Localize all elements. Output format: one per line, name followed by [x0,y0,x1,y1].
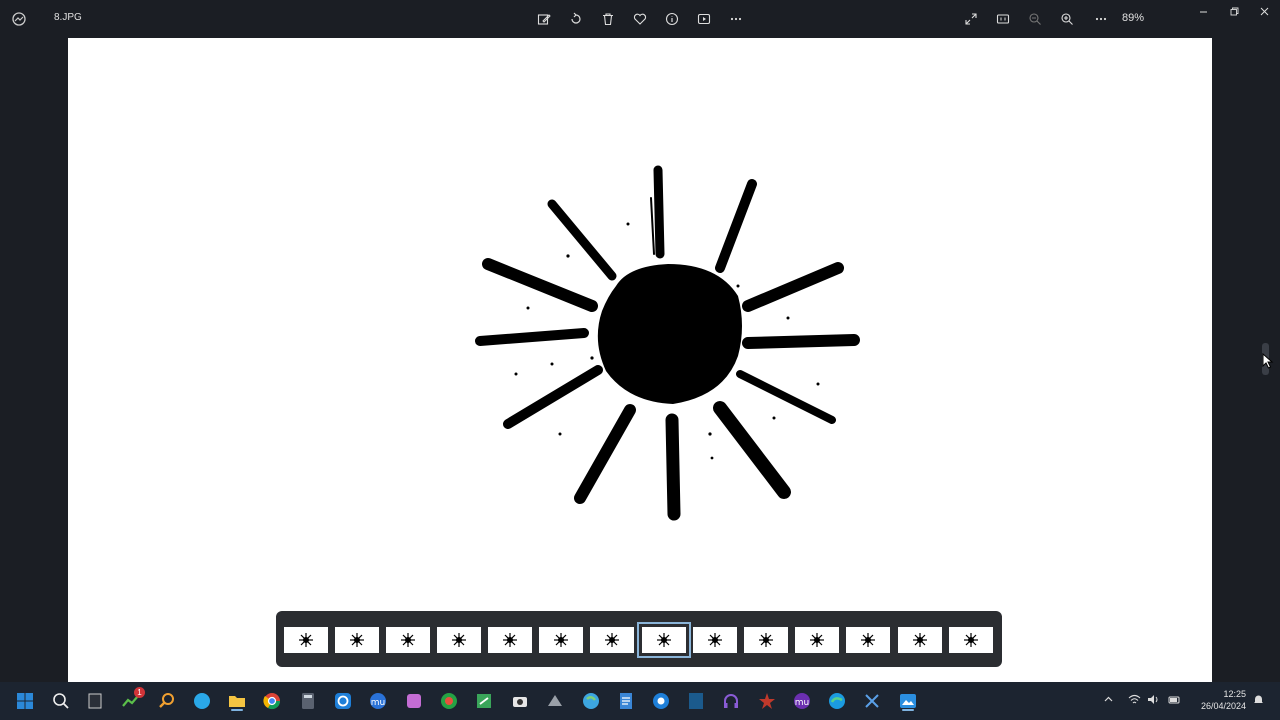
view-more-icon[interactable] [1091,9,1111,29]
clock-time: 12:25 [1223,689,1246,699]
filmstrip-thumbnail[interactable] [590,627,634,653]
filmstrip [276,611,1002,667]
filmstrip-thumbnail-selected[interactable] [637,622,691,658]
filmstrip-thumbnail[interactable] [744,627,788,653]
full-screen-icon[interactable] [961,9,981,29]
edit-image-icon[interactable] [534,9,554,29]
svg-text:mu: mu [795,698,809,708]
filmstrip-thumbnail[interactable] [539,627,583,653]
filmstrip-thumbnail[interactable] [386,627,430,653]
app-icon[interactable] [685,690,707,712]
headphones-app-icon[interactable] [720,690,742,712]
chrome-icon[interactable] [261,690,283,712]
zoom-in-icon[interactable] [1057,9,1077,29]
windows-start-icon[interactable] [14,690,36,712]
minimize-icon[interactable] [1195,4,1211,18]
filmstrip-thumbnail[interactable] [693,627,737,653]
svg-text:mu: mu [371,698,385,708]
zoom-out-icon[interactable] [1025,9,1045,29]
rotate-icon[interactable] [566,9,586,29]
mouse-cursor-icon [1262,353,1274,369]
edge-icon[interactable] [826,690,848,712]
filmstrip-thumbnail[interactable] [284,627,328,653]
app-icon[interactable] [332,690,354,712]
app-icon[interactable] [544,690,566,712]
filmstrip-thumbnail[interactable] [488,627,532,653]
title-bar: 8.JPG 89% [0,0,1280,38]
mu-app-icon[interactable]: mu [367,690,389,712]
sun-drawing-image [475,165,860,521]
mu-app-icon[interactable]: mu [791,690,813,712]
taskbar: 1 mu mu [0,682,1280,720]
file-name: 8.JPG [54,12,82,23]
clock[interactable]: 12:25 26/04/2024 [1186,688,1246,712]
filmstrip-thumbnail[interactable] [335,627,379,653]
actual-size-icon[interactable] [993,9,1013,29]
file-icon[interactable] [84,690,106,712]
globe-app-icon[interactable] [191,690,213,712]
delete-icon[interactable] [598,9,618,29]
favorite-icon[interactable] [630,9,650,29]
volume-icon[interactable] [1146,692,1160,706]
search-icon[interactable] [50,690,72,712]
clock-date: 26/04/2024 [1200,701,1246,711]
app-icon[interactable] [473,690,495,712]
app-icon[interactable] [756,690,778,712]
photos-app-icon[interactable] [897,690,919,712]
slideshow-icon[interactable] [694,9,714,29]
info-icon[interactable] [662,9,682,29]
stocks-app-icon[interactable]: 1 [120,687,145,712]
filmstrip-thumbnail[interactable] [898,627,942,653]
notification-bell-icon[interactable] [1251,692,1265,706]
photos-app-icon[interactable] [10,10,28,28]
camera-app-icon[interactable] [509,690,531,712]
notepad-icon[interactable] [615,690,637,712]
filmstrip-thumbnail[interactable] [437,627,481,653]
notification-badge: 1 [134,687,145,698]
wifi-icon[interactable] [1127,692,1141,706]
filmstrip-thumbnail[interactable] [795,627,839,653]
filmstrip-thumbnail[interactable] [846,627,890,653]
close-icon[interactable] [1256,4,1272,18]
app-icon[interactable] [438,690,460,712]
magnifier-app-icon[interactable] [156,690,178,712]
snipping-tool-icon[interactable] [861,690,883,712]
app-icon[interactable] [650,690,672,712]
maps-app-icon[interactable] [580,690,602,712]
app-icon[interactable] [403,690,425,712]
chevron-up-icon[interactable] [1101,692,1115,706]
battery-icon[interactable] [1167,692,1181,706]
image-canvas[interactable] [68,38,1212,682]
restore-icon[interactable] [1226,4,1242,18]
calculator-icon[interactable] [297,690,319,712]
file-explorer-icon[interactable] [226,690,248,712]
filmstrip-thumbnail[interactable] [949,627,993,653]
more-options-icon[interactable] [726,9,746,29]
zoom-level[interactable]: 89% [1122,12,1144,24]
